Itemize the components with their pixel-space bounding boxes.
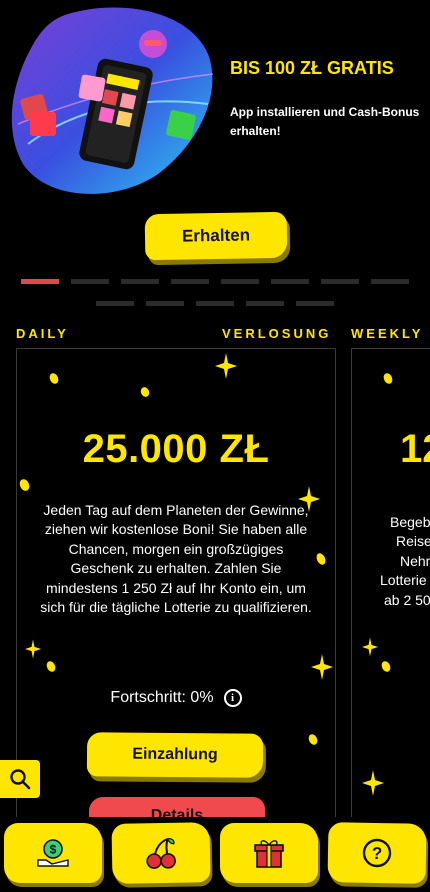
weekly-desc-line: Lotterie: [380, 572, 427, 589]
svg-text:$: $: [50, 843, 57, 857]
weekly-desc-line: Begeb: [390, 514, 430, 530]
sparkle-icon: [362, 637, 378, 657]
decor-dot: [314, 551, 328, 567]
promo-subtitle: App installieren und Cash-Bonus erhalten…: [230, 105, 420, 138]
help-icon: ?: [362, 838, 392, 868]
pager-dot-active[interactable]: [21, 279, 59, 284]
svg-text:?: ?: [372, 844, 383, 863]
cherries-icon: [146, 837, 176, 869]
decor-dot: [17, 477, 32, 493]
weekly-prize-amount: 12: [400, 427, 430, 471]
pager-dot[interactable]: [196, 301, 234, 306]
sparkle-icon: [25, 639, 41, 659]
pager-dot[interactable]: [221, 279, 259, 284]
decor-dot: [382, 371, 394, 386]
daily-lottery-card: 25.000 ZŁ Jeden Tag auf dem Planeten der…: [16, 348, 336, 828]
weekly-label: WEEKLY: [351, 326, 424, 341]
nav-slots[interactable]: [111, 822, 211, 884]
pager-dot[interactable]: [321, 279, 359, 284]
sparkle-icon: [362, 770, 384, 796]
search-button[interactable]: [0, 760, 40, 798]
pager-dot[interactable]: [121, 279, 159, 284]
carousel-pagination: [0, 279, 430, 284]
daily-description: Jeden Tag auf dem Planeten der Gewinne, …: [40, 502, 312, 616]
gift-icon: [254, 840, 284, 868]
decor-dot: [307, 732, 319, 747]
cashback-icon: $: [37, 839, 69, 867]
pager-dot[interactable]: [171, 279, 209, 284]
pager-dot[interactable]: [146, 301, 184, 306]
nav-help[interactable]: ?: [327, 822, 427, 884]
daily-progress: Fortschritt: 0% i: [17, 689, 335, 707]
weekly-lottery-card: 12 Begeb Reise Nehm Lotterie ab 2 50: [351, 348, 430, 828]
decor-dot: [45, 659, 57, 674]
progress-label: Fortschritt: 0%: [110, 689, 214, 706]
sparkle-icon: [311, 654, 333, 680]
pager-dot[interactable]: [296, 301, 334, 306]
promo-title: BIS 100 ZŁ GRATIS: [230, 58, 394, 78]
nav-cashback[interactable]: $: [4, 823, 102, 883]
weekly-desc-line: Reise: [396, 533, 430, 550]
carousel-pagination-row2: [0, 301, 430, 306]
pager-dot[interactable]: [71, 279, 109, 284]
sparkle-icon: [215, 353, 237, 379]
search-icon: [10, 769, 31, 790]
daily-prize-amount: 25.000 ZŁ: [82, 427, 270, 471]
app-root: BIS 100 ZŁ GRATIS App installieren und C…: [0, 0, 430, 892]
decor-dot: [380, 659, 392, 674]
deposit-button[interactable]: Einzahlung: [86, 732, 264, 778]
info-icon[interactable]: i: [223, 689, 242, 707]
pager-dot[interactable]: [246, 301, 284, 306]
lottery-type-label: VERLOSUNG: [222, 326, 332, 341]
pager-dot[interactable]: [96, 301, 134, 306]
nav-bonuses[interactable]: [220, 823, 318, 883]
pager-dot[interactable]: [371, 279, 409, 284]
weekly-desc-line: ab 2 50: [384, 591, 430, 608]
decor-dot: [139, 385, 151, 399]
pager-dot[interactable]: [271, 279, 309, 284]
weekly-description: Begeb Reise Nehm Lotterie ab 2 50: [380, 513, 430, 610]
promo-illustration: [8, 4, 218, 202]
bottom-nav: $ ?: [0, 817, 430, 892]
get-bonus-button[interactable]: Erhalten: [144, 211, 288, 261]
decor-dot: [48, 371, 60, 386]
weekly-desc-line: Nehm: [400, 552, 430, 569]
daily-label: DAILY: [16, 326, 69, 341]
